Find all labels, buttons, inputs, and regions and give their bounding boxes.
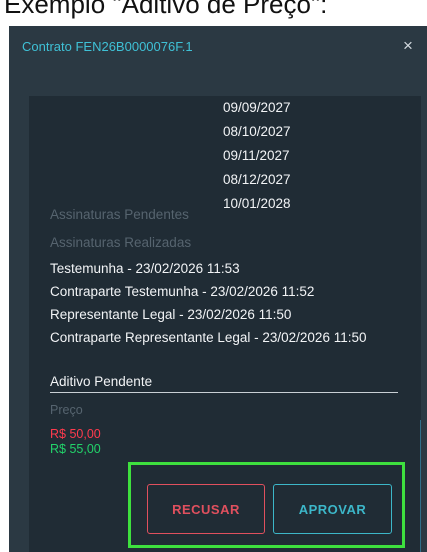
signature-item: Testemunha - 23/02/2026 11:53 (50, 261, 240, 276)
installment-dates-list: 09/09/2027 08/10/2027 09/11/2027 08/12/2… (223, 96, 291, 216)
date-item: 09/09/2027 (223, 100, 291, 115)
pending-signatures-label: Assinaturas Pendentes (50, 207, 189, 222)
reject-button[interactable]: RECUSAR (147, 484, 265, 534)
new-price-value: R$ 55,00 (50, 442, 101, 456)
date-item: 08/12/2027 (223, 172, 291, 187)
price-label: Preço (50, 403, 83, 417)
modal-title: Contrato FEN26B0000076F.1 (22, 39, 193, 54)
old-price-value: R$ 50,00 (50, 427, 101, 441)
approve-button[interactable]: APROVAR (273, 484, 392, 534)
date-item: 09/11/2027 (223, 148, 290, 163)
close-icon[interactable]: × (399, 35, 417, 57)
completed-signatures-label: Assinaturas Realizadas (50, 235, 192, 250)
date-item: 10/01/2028 (223, 196, 291, 211)
modal-header: Contrato FEN26B0000076F.1 × (9, 26, 427, 70)
signature-item: Representante Legal - 23/02/2026 11:50 (50, 307, 292, 322)
section-divider (50, 392, 398, 393)
signature-item: Contraparte Representante Legal - 23/02/… (50, 330, 367, 345)
signature-item: Contraparte Testemunha - 23/02/2026 11:5… (50, 284, 315, 299)
date-item: 08/10/2027 (223, 124, 291, 139)
example-caption: Exemplo "Aditivo de Preço": (4, 0, 328, 19)
scrollbar[interactable] (420, 420, 421, 552)
pending-amendment-title: Aditivo Pendente (50, 374, 153, 389)
